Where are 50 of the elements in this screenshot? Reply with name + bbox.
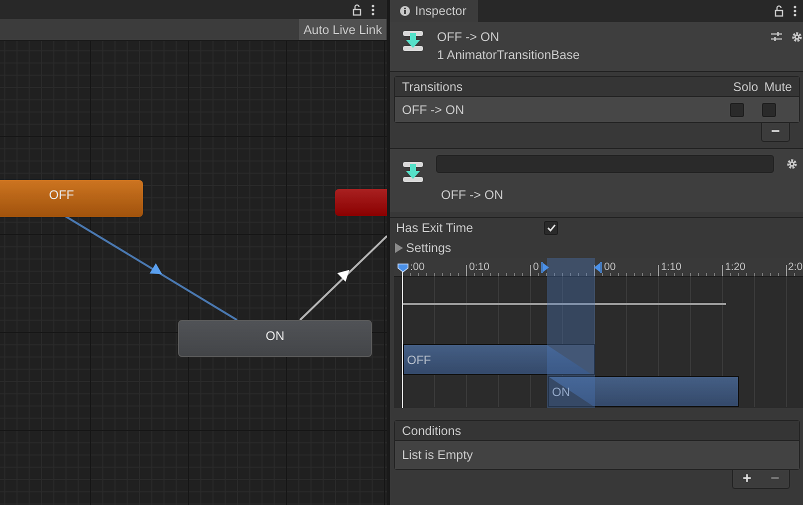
check-icon bbox=[546, 224, 556, 232]
property-label: Has Exit Time bbox=[396, 221, 474, 235]
playhead-marker-icon[interactable] bbox=[397, 263, 409, 273]
transition-end-marker-icon[interactable] bbox=[594, 262, 602, 273]
lock-icon[interactable] bbox=[774, 5, 784, 17]
ruler-label: 2:0 bbox=[788, 261, 803, 273]
list-header: Conditions bbox=[395, 421, 799, 441]
sliders-icon[interactable] bbox=[771, 31, 782, 42]
settings-icon[interactable] bbox=[791, 31, 803, 43]
checkbox[interactable] bbox=[544, 221, 558, 235]
lock-icon[interactable] bbox=[352, 4, 362, 16]
column-header: Transitions bbox=[402, 80, 464, 94]
checkbox[interactable] bbox=[762, 102, 776, 116]
menu-icon[interactable] bbox=[793, 5, 797, 17]
clip-bar[interactable]: ON bbox=[548, 376, 739, 407]
remove-button[interactable]: − bbox=[761, 123, 790, 142]
ruler-label: 1:20 bbox=[725, 261, 746, 273]
ruler-label: 0:10 bbox=[469, 261, 490, 273]
column-header: Mute bbox=[764, 80, 792, 94]
menu-icon[interactable] bbox=[371, 4, 375, 16]
column-header: Solo bbox=[733, 80, 758, 94]
ruler-label: 1:10 bbox=[661, 261, 682, 273]
transition-name: OFF -> ON bbox=[441, 188, 504, 202]
transition-start-marker-icon[interactable] bbox=[541, 262, 549, 273]
add-button[interactable]: + bbox=[732, 470, 761, 489]
info-icon bbox=[400, 6, 410, 16]
state-node[interactable]: OFF bbox=[0, 180, 143, 217]
name-field[interactable] bbox=[436, 155, 774, 173]
clip-bar[interactable]: OFF bbox=[403, 344, 595, 375]
state-node[interactable]: ON bbox=[178, 320, 372, 357]
list-row[interactable]: OFF -> ON bbox=[395, 97, 799, 122]
foldout-arrow-icon[interactable] bbox=[395, 243, 403, 253]
ruler-label: :00 bbox=[410, 261, 425, 273]
transition-range[interactable] bbox=[547, 258, 595, 408]
transition-arrow[interactable] bbox=[299, 235, 387, 321]
timeline-panel[interactable]: :00 0:10 0 00 1:10 1:20 2:0 OFF ON bbox=[394, 258, 803, 408]
ruler-label: 00 bbox=[604, 261, 616, 273]
checkbox[interactable] bbox=[730, 102, 744, 116]
object-type: 1 AnimatorTransitionBase bbox=[437, 48, 580, 62]
empty-list-text: List is Empty bbox=[395, 441, 799, 469]
live-link-button[interactable]: Auto Live Link bbox=[299, 19, 386, 40]
settings-icon[interactable] bbox=[786, 158, 798, 170]
ruler-label: 0 bbox=[533, 261, 539, 273]
transition-icon bbox=[402, 30, 424, 52]
transition-icon bbox=[402, 161, 424, 183]
inspector-tab[interactable]: Inspector bbox=[390, 0, 478, 22]
foldout-label[interactable]: Settings bbox=[406, 241, 452, 255]
transition-arrow[interactable] bbox=[64, 215, 238, 321]
object-title: OFF -> ON bbox=[437, 30, 500, 44]
state-node[interactable] bbox=[335, 189, 387, 216]
